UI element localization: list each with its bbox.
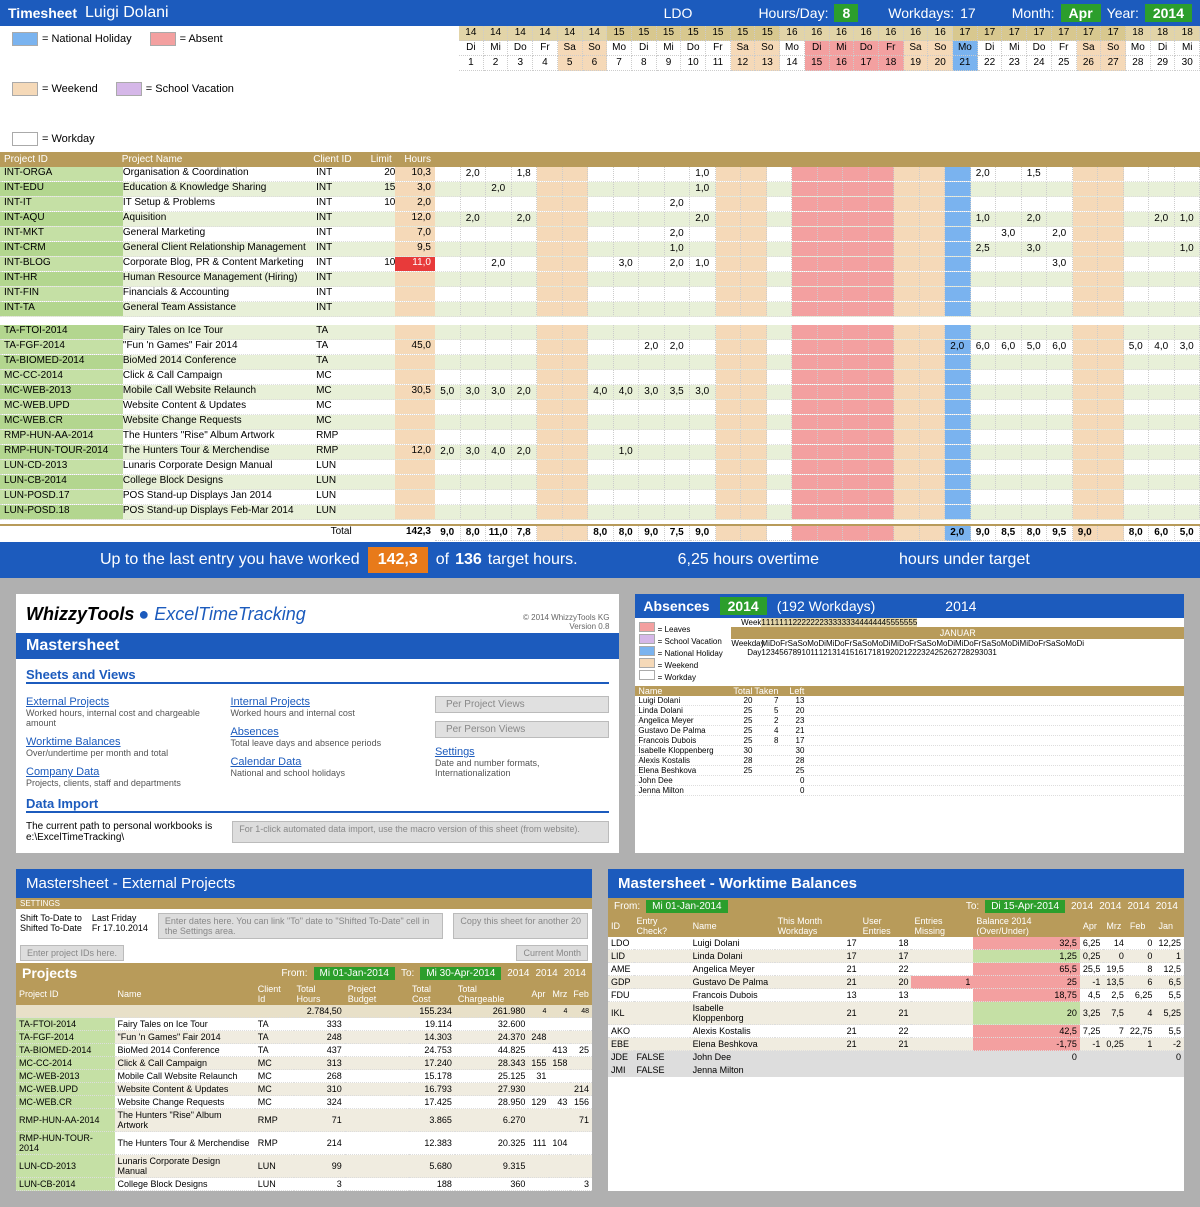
link-settings[interactable]: Settings	[435, 746, 609, 758]
project-row[interactable]: MC-WEB.CRWebsite Change RequestsMC	[0, 415, 1200, 430]
project-row[interactable]: INT-ORGAOrganisation & CoordinationINT20…	[0, 167, 1200, 182]
link-internal-projects[interactable]: Internal Projects	[230, 696, 404, 708]
timesheet-panel: Timesheet Luigi Dolani LDO Hours/Day: 8 …	[0, 0, 1200, 578]
brand: WhizzyTools	[26, 604, 134, 625]
hint-ids: Enter project IDs here.	[20, 945, 124, 961]
link-absences[interactable]: Absences	[230, 726, 404, 738]
wb-from[interactable]: Mi 01-Jan-2014	[646, 900, 727, 913]
ext-table: Project IDNameClient IdTotal HoursProjec…	[16, 983, 592, 1191]
hint-copy: Copy this sheet for another 20	[453, 913, 588, 939]
project-row[interactable]: INT-EDUEducation & Knowledge SharingINT1…	[0, 182, 1200, 197]
yr-value[interactable]: 2014	[1145, 4, 1192, 22]
project-row[interactable]: TA-FTOI-2014Fairy Tales on Ice TourTA	[0, 325, 1200, 340]
mon-value[interactable]: Apr	[1061, 4, 1101, 22]
project-row[interactable]: INT-ITIT Setup & ProblemsINT102,02,0	[0, 197, 1200, 212]
ts-title: Timesheet	[8, 5, 77, 21]
timesheet-header: Timesheet Luigi Dolani LDO Hours/Day: 8 …	[0, 0, 1200, 26]
hpd-value[interactable]: 8	[834, 4, 858, 22]
calendar-header: 1414141414141515151515151516161616161616…	[459, 26, 1200, 71]
wb-to[interactable]: Di 15-Apr-2014	[985, 900, 1065, 913]
import-note: For 1-click automated data import, use t…	[232, 821, 609, 843]
link-worktime-balances[interactable]: Worktime Balances	[26, 736, 200, 748]
worktime-balances-card: Mastersheet - Worktime Balances From:Mi …	[608, 869, 1184, 1191]
project-row[interactable]: INT-AQUAquisitionINT12,02,02,02,01,02,02…	[0, 212, 1200, 227]
wb-title: Mastersheet - Worktime Balances	[608, 869, 1184, 898]
project-rows: INT-ORGAOrganisation & CoordinationINT20…	[0, 167, 1200, 520]
project-header: Project IDProject Name Client IDLimit Ho…	[0, 152, 435, 167]
project-row[interactable]: TA-BIOMED-2014BioMed 2014 ConferenceTA	[0, 355, 1200, 370]
project-row[interactable]: INT-MKTGeneral MarketingINT7,02,03,02,0	[0, 227, 1200, 242]
hpd-label: Hours/Day:	[758, 5, 828, 21]
per-person-views[interactable]: Per Person Views	[435, 721, 609, 738]
project-row[interactable]: MC-WEB-2013Mobile Call Website RelaunchM…	[0, 385, 1200, 400]
abs-year[interactable]: 2014	[720, 597, 767, 615]
mastersheet-card: WhizzyTools ● ExcelTimeTracking © 2014 W…	[16, 594, 619, 853]
hint-dates: Enter dates here. You can link "To" date…	[158, 913, 444, 939]
project-row[interactable]: LUN-POSD.17POS Stand-up Displays Jan 201…	[0, 490, 1200, 505]
undertime: hours under target	[899, 551, 1030, 569]
ms-data-import: Data Import	[26, 796, 609, 813]
ms-title: Mastersheet	[16, 633, 619, 659]
project-row[interactable]: INT-HRHuman Resource Management (Hiring)…	[0, 272, 1200, 287]
project-row[interactable]: MC-CC-2014Click & Call CampaignMC	[0, 370, 1200, 385]
project-row[interactable]: MC-WEB.UPDWebsite Content & UpdatesMC	[0, 400, 1200, 415]
per-project-views[interactable]: Per Project Views	[435, 696, 609, 713]
project-row[interactable]: INT-TAGeneral Team AssistanceINT	[0, 302, 1200, 317]
project-row[interactable]: LUN-CB-2014College Block DesignsLUN	[0, 475, 1200, 490]
summary-bar: Up to the last entry you have worked 142…	[0, 542, 1200, 578]
project-row[interactable]: INT-FINFinancials & AccountingINT	[0, 287, 1200, 302]
ts-code: LDO	[664, 5, 693, 21]
project-row[interactable]: LUN-POSD.18POS Stand-up Displays Feb-Mar…	[0, 505, 1200, 520]
link-company-data[interactable]: Company Data	[26, 766, 200, 778]
total-row: Total 142,3 9,08,011,07,88,08,09,07,59,0…	[0, 524, 1200, 542]
hint-month: Current Month	[516, 945, 588, 961]
ts-name: Luigi Dolani	[85, 4, 169, 22]
project-row[interactable]: INT-BLOGCorporate Blog, PR & Content Mar…	[0, 257, 1200, 272]
mon-label: Month:	[1012, 5, 1055, 21]
import-path: e:\ExcelTimeTracking\	[26, 832, 212, 843]
wb-table: IDEntry Check?NameThis Month WorkdaysUse…	[608, 915, 1184, 1077]
external-projects-card: Mastersheet - External Projects SETTINGS…	[16, 869, 592, 1191]
project-row[interactable]: INT-CRMGeneral Client Relationship Manag…	[0, 242, 1200, 257]
link-external-projects[interactable]: External Projects	[26, 696, 200, 708]
project-row[interactable]: RMP-HUN-AA-2014The Hunters "Rise" Album …	[0, 430, 1200, 445]
absences-card: Absences 2014 (192 Workdays) 2014 = Leav…	[635, 594, 1184, 853]
wd-value: 17	[960, 5, 976, 21]
link-calendar-data[interactable]: Calendar Data	[230, 756, 404, 768]
ts-legend: = National Holiday = Absent = Weekend = …	[0, 26, 459, 152]
ext-from[interactable]: Mi 01-Jan-2014	[314, 967, 395, 980]
project-row[interactable]: RMP-HUN-TOUR-2014The Hunters Tour & Merc…	[0, 445, 1200, 460]
overtime: 6,25 hours overtime	[678, 551, 819, 569]
ext-to[interactable]: Mi 30-Apr-2014	[420, 967, 501, 980]
yr-label: Year:	[1107, 5, 1139, 21]
ms-sheets-views: Sheets and Views	[26, 667, 609, 684]
wd-label: Workdays:	[888, 5, 954, 21]
worked-hours: 142,3	[368, 547, 428, 573]
swatch-nh	[12, 32, 38, 46]
project-row[interactable]: LUN-CD-2013Lunaris Corporate Design Manu…	[0, 460, 1200, 475]
ext-title: Mastersheet - External Projects	[16, 869, 592, 898]
project-row[interactable]: TA-FGF-2014"Fun 'n Games" Fair 2014TA45,…	[0, 340, 1200, 355]
abs-title: Absences	[643, 598, 709, 614]
